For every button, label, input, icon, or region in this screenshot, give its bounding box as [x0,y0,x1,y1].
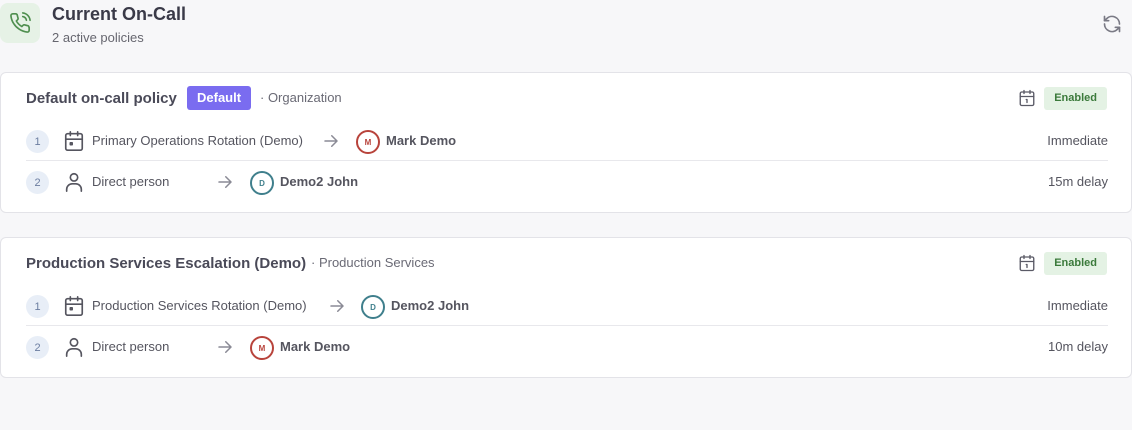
page-title: Current On-Call [52,4,187,24]
policy-card: Production Services Escalation (Demo) · … [0,237,1132,378]
on-call-person[interactable]: Demo2 John [280,174,358,189]
escalation-step: 1 Primary Operations Rotation (Demo) M M… [26,121,1108,161]
on-call-person[interactable]: Demo2 John [391,298,469,313]
page-header: Current On-Call 2 active policies [0,0,1132,60]
step-delay: Immediate [1047,133,1108,148]
calendar-icon [63,130,85,152]
step-delay: Immediate [1047,298,1108,313]
person-icon [63,171,85,193]
policy-card: Default on-call policy Default · Organiz… [0,72,1132,213]
avatar: D [361,295,385,319]
step-number: 2 [26,171,49,194]
phone-call-icon [0,3,40,43]
avatar: D [250,171,274,195]
policy-title: Production Services Escalation (Demo) [26,255,307,272]
on-call-person[interactable]: Mark Demo [280,339,350,354]
avatar: M [250,336,274,360]
policy-scope: · Organization [260,90,342,105]
step-delay: 10m delay [1048,339,1108,354]
policy-scope: · Production Services [311,255,435,270]
step-target: Direct person [92,174,170,189]
default-badge: Default [187,86,252,110]
arrow-right-icon [216,338,234,356]
arrow-right-icon [216,173,234,191]
page-subtitle: 2 active policies [52,30,144,45]
avatar: M [356,130,380,154]
step-target: Production Services Rotation (Demo) [92,298,307,313]
policy-title: Default on-call policy [26,90,177,107]
status-badge: Enabled [1044,252,1107,275]
step-target: Primary Operations Rotation (Demo) [92,133,303,148]
step-delay: 15m delay [1048,174,1108,189]
escalation-step: 2 Direct person M Mark Demo 10m delay [26,327,1108,367]
on-call-person[interactable]: Mark Demo [386,133,456,148]
step-number: 1 [26,130,49,153]
arrow-right-icon [322,132,340,150]
status-badge: Enabled [1044,87,1107,110]
refresh-icon[interactable] [1102,14,1122,34]
calendar-icon[interactable] [1018,254,1036,272]
arrow-right-icon [328,297,346,315]
calendar-icon[interactable] [1018,89,1036,107]
escalation-step: 1 Production Services Rotation (Demo) D … [26,286,1108,326]
escalation-step: 2 Direct person D Demo2 John 15m delay [26,162,1108,202]
calendar-icon [63,295,85,317]
step-number: 1 [26,295,49,318]
person-icon [63,336,85,358]
step-number: 2 [26,336,49,359]
step-target: Direct person [92,339,170,354]
